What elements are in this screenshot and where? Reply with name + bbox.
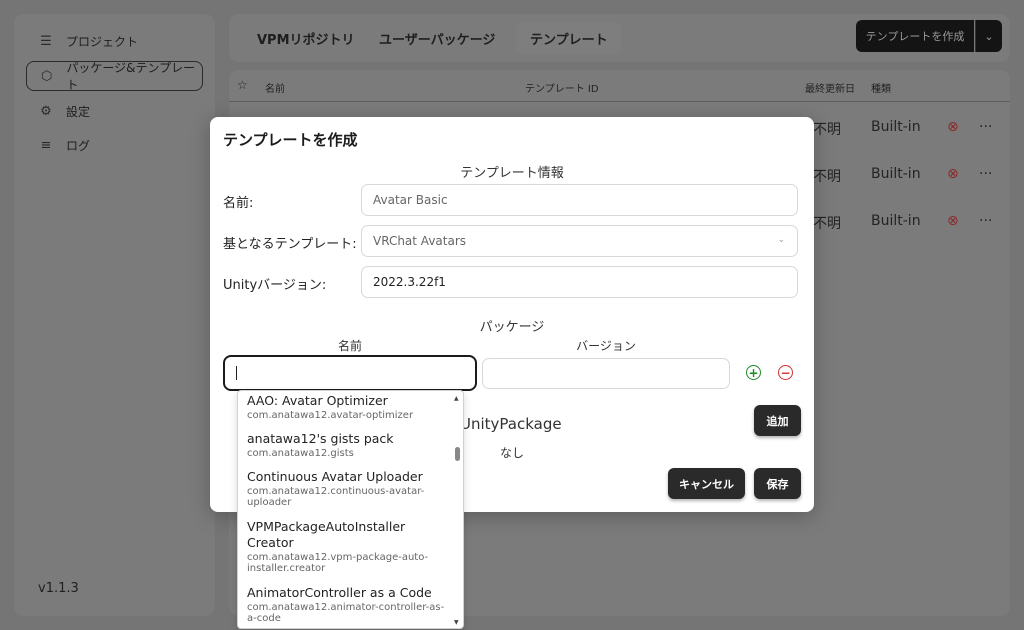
- sidebar-item-label: ログ: [66, 138, 91, 153]
- package-version-column: バージョン: [576, 339, 636, 353]
- more-icon[interactable]: ···: [979, 166, 992, 182]
- row-updated: 不明: [813, 169, 841, 185]
- list-item[interactable]: VPMPackageAutoInstaller Creator com.anat…: [247, 519, 447, 574]
- cancel-button[interactable]: キャンセル: [668, 468, 745, 499]
- more-icon[interactable]: ···: [979, 213, 992, 229]
- row-updated: 不明: [813, 122, 841, 138]
- sidebar-item-label: 設定: [66, 104, 91, 119]
- header-updated: 最終更新日: [805, 84, 855, 95]
- name-label: 名前:: [223, 196, 254, 211]
- sidebar-item-settings[interactable]: ⚙ 設定: [26, 96, 203, 126]
- suggestion-name: anatawa12's gists pack: [247, 431, 394, 446]
- base-template-select[interactable]: VRChat Avatars ⌄: [361, 225, 798, 257]
- suggestion-name: VPMPackageAutoInstaller Creator: [247, 519, 406, 550]
- suggestion-id: com.anatawa12.avatar-optimizer: [247, 410, 414, 421]
- sidebar-item-projects[interactable]: ☰ プロジェクト: [26, 26, 203, 56]
- list-icon: ☰: [40, 33, 52, 49]
- save-button[interactable]: 保存: [754, 468, 801, 499]
- list-item[interactable]: AAO: Avatar Optimizer com.anatawa12.avat…: [247, 393, 447, 421]
- suggestion-name: AAO: Avatar Optimizer: [247, 393, 388, 408]
- row-updated: 不明: [813, 216, 841, 232]
- package-name-column: 名前: [337, 339, 363, 353]
- sidebar-item-label: プロジェクト: [66, 34, 139, 49]
- suggestion-id: com.anatawa12.gists: [247, 448, 354, 459]
- chevron-down-icon: ⌄: [777, 235, 785, 245]
- unitypackage-heading: UnityPackage: [460, 415, 562, 433]
- tab-templates[interactable]: テンプレート: [516, 22, 622, 54]
- row-kind: Built-in: [871, 166, 921, 182]
- sidebar-item-label: パッケージ&テンプレート: [66, 61, 196, 92]
- header-kind: 種類: [871, 84, 891, 95]
- dialog-title: テンプレートを作成: [223, 131, 358, 149]
- package-icon: ⬡: [41, 68, 53, 84]
- sidebar-item-logs[interactable]: ≡ ログ: [26, 130, 203, 160]
- chevron-down-icon[interactable]: ⌄: [975, 20, 1002, 52]
- remove-row-icon[interactable]: −: [778, 365, 793, 380]
- tab-vpm-repositories[interactable]: VPMリポジトリ: [243, 22, 369, 54]
- star-icon[interactable]: ☆: [237, 78, 248, 92]
- log-icon: ≡: [40, 137, 52, 153]
- gear-icon: ⚙: [40, 103, 52, 119]
- unity-version-field[interactable]: 2022.3.22f1: [361, 266, 798, 298]
- remove-icon[interactable]: ⊗: [947, 166, 959, 182]
- scroll-thumb[interactable]: [455, 447, 460, 461]
- list-item[interactable]: anatawa12's gists pack com.anatawa12.gis…: [247, 431, 447, 459]
- header-template-id: テンプレート ID: [525, 84, 599, 95]
- scroll-down-icon[interactable]: ▼: [454, 619, 459, 626]
- app-version: v1.1.3: [38, 581, 79, 596]
- remove-icon[interactable]: ⊗: [947, 213, 959, 229]
- tab-user-packages[interactable]: ユーザーパッケージ: [365, 22, 509, 54]
- unity-version-label: Unityバージョン:: [223, 278, 327, 293]
- sidebar: ☰ プロジェクト ⬡ パッケージ&テンプレート ⚙ 設定 ≡ ログ v1.1.3: [14, 14, 215, 616]
- list-item[interactable]: AnimatorController as a Code com.anatawa…: [247, 585, 447, 624]
- create-template-button[interactable]: テンプレートを作成: [856, 20, 974, 52]
- text-caret: [236, 366, 237, 380]
- base-template-value: VRChat Avatars: [373, 234, 467, 248]
- unitypackage-empty: なし: [500, 446, 525, 460]
- row-kind: Built-in: [871, 213, 921, 229]
- package-version-input[interactable]: [482, 358, 730, 389]
- header-name: 名前: [265, 84, 285, 95]
- suggestion-name: AnimatorController as a Code: [247, 585, 432, 600]
- package-suggestions-list: AAO: Avatar Optimizer com.anatawa12.avat…: [237, 390, 464, 629]
- more-icon[interactable]: ···: [979, 119, 992, 135]
- suggestion-id: com.anatawa12.animator-controller-as-a-c…: [247, 602, 445, 624]
- row-kind: Built-in: [871, 119, 921, 135]
- table-header: ☆ 名前 テンプレート ID 最終更新日 種類: [229, 70, 1010, 102]
- suggestion-id: com.anatawa12.continuous-avatar-uploader: [247, 486, 425, 508]
- packages-heading: パッケージ: [479, 320, 545, 335]
- suggestion-name: Continuous Avatar Uploader: [247, 469, 423, 484]
- scrollbar[interactable]: ▲ ▼: [453, 391, 462, 628]
- sidebar-item-packages[interactable]: ⬡ パッケージ&テンプレート: [26, 61, 203, 92]
- template-name-field[interactable]: Avatar Basic: [361, 184, 798, 216]
- base-template-label: 基となるテンプレート:: [223, 237, 357, 252]
- scroll-up-icon[interactable]: ▲: [454, 395, 459, 402]
- add-row-icon[interactable]: +: [746, 365, 761, 380]
- list-item[interactable]: Continuous Avatar Uploader com.anatawa12…: [247, 469, 447, 508]
- template-info-heading: テンプレート情報: [460, 166, 564, 181]
- add-unitypackage-button[interactable]: 追加: [754, 405, 801, 436]
- package-name-input[interactable]: [223, 355, 477, 391]
- top-tabs-bar: VPMリポジトリ ユーザーパッケージ テンプレート テンプレートを作成 ⌄: [229, 14, 1010, 62]
- suggestion-id: com.anatawa12.vpm-package-auto-installer…: [247, 552, 429, 574]
- remove-icon[interactable]: ⊗: [947, 119, 959, 135]
